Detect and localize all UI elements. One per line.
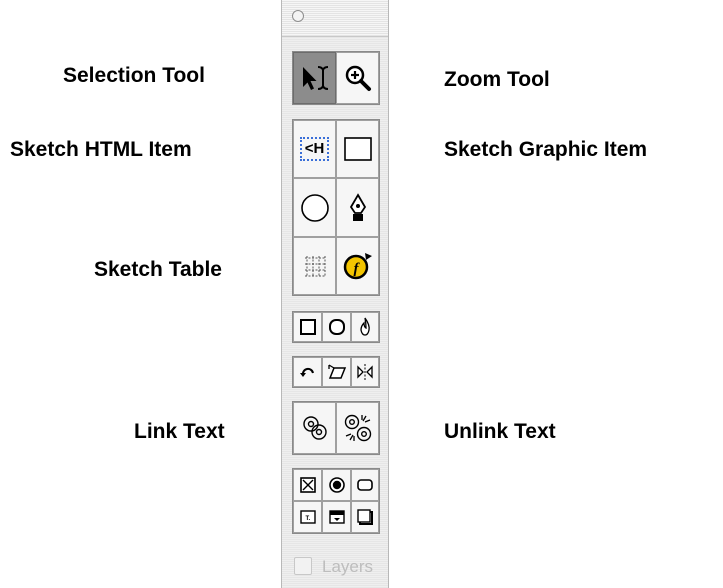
sketch-html-item-button[interactable]: <H: [293, 120, 336, 178]
sketch-table-label: Sketch Table: [94, 258, 222, 281]
circle-icon: [300, 193, 329, 222]
checkbox-icon: [299, 477, 316, 493]
unlink-icon: [344, 414, 371, 442]
button-tool-button[interactable]: [351, 469, 379, 501]
link-text-button[interactable]: [293, 402, 336, 454]
layers-checkbox[interactable]: [294, 557, 312, 575]
sketch-graphic-item-label: Sketch Graphic Item: [444, 138, 648, 161]
zoom-tool-label: Zoom Tool: [444, 68, 550, 91]
sketch-table-button[interactable]: [293, 237, 336, 295]
button-icon: [357, 479, 373, 491]
table-grid-icon: [304, 256, 325, 277]
sketch-graphic-item-button[interactable]: [336, 120, 379, 178]
ellipse-shape-icon: [328, 319, 345, 335]
text-field-tool-button[interactable]: T.: [293, 501, 322, 533]
text-field-icon: T.: [299, 510, 316, 524]
svg-text:T.: T.: [305, 516, 310, 522]
popup-menu-tool-button[interactable]: [322, 501, 351, 533]
flip-icon: [357, 364, 373, 380]
flame-icon: [360, 317, 370, 336]
skew-icon: [327, 364, 346, 379]
listbox-icon: [357, 509, 373, 525]
flame-tool-button[interactable]: [351, 312, 379, 342]
popup-menu-icon: [328, 510, 345, 524]
link-icon: [302, 416, 327, 440]
close-icon[interactable]: [292, 10, 304, 22]
pen-tool-button[interactable]: [336, 178, 379, 237]
tool-palette: <H f T. Layers: [281, 0, 389, 588]
sketch-html-item-label: Sketch HTML Item: [10, 138, 192, 161]
flash-object-button[interactable]: f: [336, 237, 379, 295]
rectangle-shape-icon: [299, 319, 316, 335]
rectangle-shape-button[interactable]: [293, 312, 322, 342]
rotate-icon: [299, 367, 314, 377]
selection-arrow-icon: [302, 66, 328, 90]
unlink-text-button[interactable]: [336, 402, 379, 454]
unlink-text-label: Unlink Text: [444, 420, 556, 443]
listbox-tool-button[interactable]: [351, 501, 379, 533]
layers-label: Layers: [322, 557, 374, 576]
radio-tool-button[interactable]: [322, 469, 351, 501]
flash-object-icon: f: [343, 253, 372, 280]
pen-icon: [349, 192, 366, 221]
radio-icon: [328, 477, 345, 493]
checkbox-tool-button[interactable]: [293, 469, 322, 501]
rectangle-icon: [343, 137, 372, 161]
html-item-icon: <H: [299, 137, 330, 161]
palette-titlebar[interactable]: [282, 0, 388, 37]
layers-toggle[interactable]: Layers: [282, 548, 388, 588]
zoom-in-icon: [345, 65, 371, 91]
selection-tool-label: Selection Tool: [63, 64, 205, 87]
rotate-tool-button[interactable]: [293, 357, 322, 387]
selection-tool-button[interactable]: [293, 52, 336, 104]
circle-tool-button[interactable]: [293, 178, 336, 237]
link-text-label: Link Text: [134, 420, 225, 443]
skew-tool-button[interactable]: [322, 357, 351, 387]
flip-tool-button[interactable]: [351, 357, 379, 387]
zoom-tool-button[interactable]: [336, 52, 379, 104]
ellipse-shape-button[interactable]: [322, 312, 351, 342]
